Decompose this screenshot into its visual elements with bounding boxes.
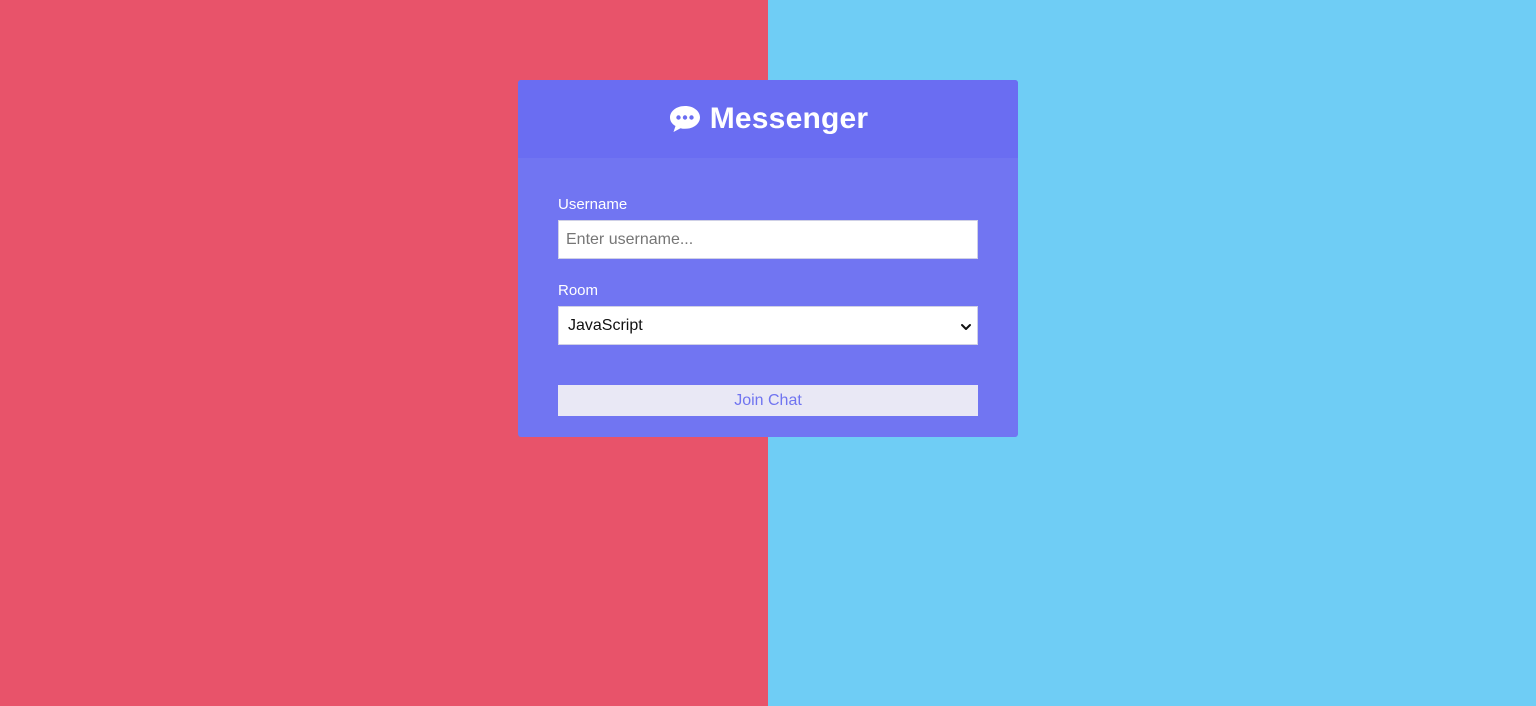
- app-title: Messenger: [709, 102, 869, 135]
- chevron-down-icon: [960, 320, 972, 332]
- username-input[interactable]: [558, 220, 978, 259]
- room-label: Room: [558, 282, 599, 299]
- room-select-value: JavaScript: [568, 316, 643, 334]
- join-card: Messenger Username Room JavaScript Join …: [518, 80, 1018, 437]
- chat-bubble-icon: [668, 104, 702, 134]
- username-label: Username: [558, 196, 628, 213]
- room-select[interactable]: JavaScript: [558, 306, 978, 345]
- join-chat-button[interactable]: Join Chat: [558, 385, 978, 416]
- join-form: Username Room JavaScript Join Chat: [518, 158, 1018, 416]
- card-header: Messenger: [518, 80, 1018, 158]
